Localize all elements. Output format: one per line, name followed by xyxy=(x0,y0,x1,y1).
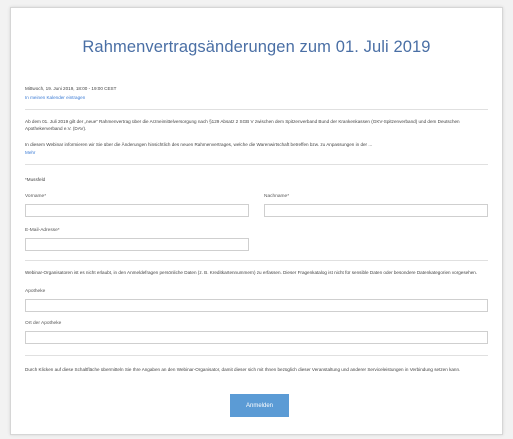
pharmacy-city-field[interactable] xyxy=(25,331,488,344)
page-title: Rahmenvertragsänderungen zum 01. Juli 20… xyxy=(82,38,431,56)
register-button[interactable]: Anmelden xyxy=(230,394,289,417)
divider xyxy=(25,355,488,356)
first-name-label: Vorname* xyxy=(25,194,47,199)
more-link[interactable]: Mehr xyxy=(25,149,35,156)
event-datetime: Mittwoch, 19. Juni 2019, 18:00 - 19:00 C… xyxy=(25,86,117,91)
divider xyxy=(25,164,488,165)
pharmacy-city-label: Ort der Apotheke xyxy=(25,321,62,326)
registration-card: Rahmenvertragsänderungen zum 01. Juli 20… xyxy=(10,7,503,435)
organizer-note: Webinar-Organisatoren ist es nicht erlau… xyxy=(25,270,478,275)
pharmacy-field[interactable] xyxy=(25,299,488,312)
first-name-field[interactable] xyxy=(25,204,249,217)
email-label: E-Mail-Adresse* xyxy=(25,228,60,233)
consent-note: Durch Klicken auf diese Schaltfläche übe… xyxy=(25,367,461,372)
email-field[interactable] xyxy=(25,238,249,251)
webinar-description: In diesem Webinar informieren wir Sie üb… xyxy=(25,142,373,147)
divider xyxy=(25,109,488,110)
required-note: *Muss­feld xyxy=(25,177,46,182)
last-name-label: Nachname* xyxy=(264,194,290,199)
intro-paragraph: Ab dem 01. Juli 2019 gilt der „neue“ Rah… xyxy=(25,119,460,131)
divider xyxy=(25,260,488,261)
add-to-calendar-link[interactable]: In meinen Kalender eintragen xyxy=(25,94,85,101)
pharmacy-label: Apotheke xyxy=(25,289,46,294)
last-name-field[interactable] xyxy=(264,204,488,217)
